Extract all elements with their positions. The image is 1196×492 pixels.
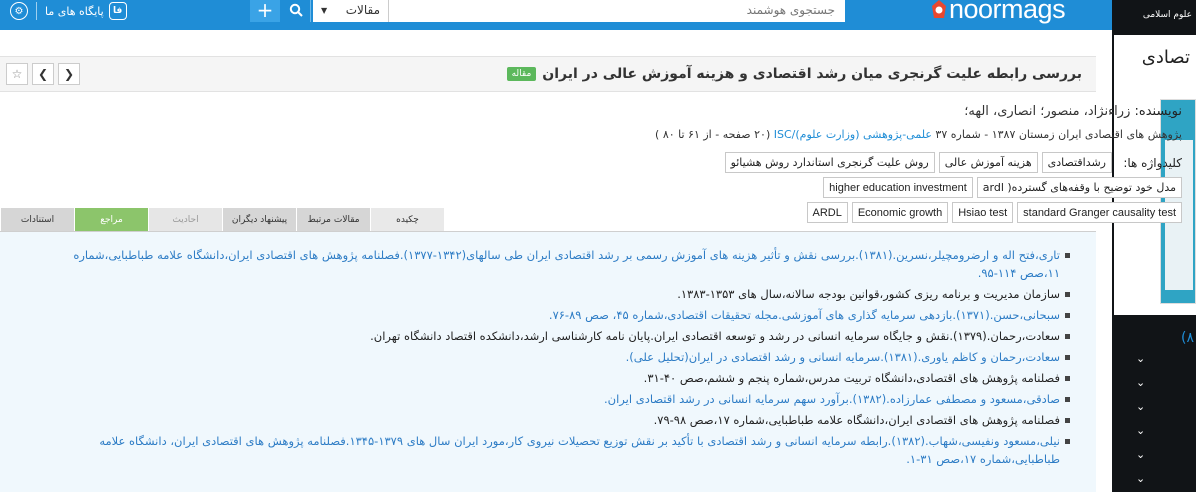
noormags-logo[interactable]: noormags — [925, 0, 1066, 25]
keyword-tag[interactable]: standard Granger causality test — [1017, 202, 1182, 223]
reference-item[interactable]: تاری،فتح اله و ارضرومچیلر،نسرین.(۱۳۸۱).ب… — [50, 246, 1070, 282]
add-button[interactable]: + — [250, 0, 280, 22]
keyword-tag[interactable]: رشداقتصادی — [1041, 152, 1112, 173]
reference-item[interactable]: سعادت،رحمان و کاظم یاوری.(۱۳۸۱).سرمایه ا… — [50, 348, 1070, 366]
side-panel-top-text: علوم اسلامی — [1142, 10, 1192, 20]
article-tabs: استنادات مراجع احادیث پیشنهاد دیگران مقا… — [0, 208, 448, 231]
search-type-value: مقالات — [345, 3, 380, 17]
article-title: بررسی رابطه علیت گرنجری میان رشد اقتصادی… — [542, 66, 1082, 82]
reference-item: فصلنامه پژوهش های اقتصادی،دانشگاه تربیت … — [50, 369, 1070, 387]
reference-item: فصلنامه پژوهش های اقتصادی ایران،دانشگاه … — [50, 411, 1070, 429]
article-nav: ☆ ❮ ❯ — [6, 63, 80, 85]
reference-item: سعادت،رحمان.(۱۳۷۹).نقش و جایگاه سرمایه ا… — [50, 327, 1070, 345]
caret-down-icon: ▼ — [321, 5, 328, 15]
chevron-right-icon[interactable]: ❯ — [58, 63, 80, 85]
keywords-row: مدل خود توضیح با وقفه‌های گسترده( ardl h… — [823, 177, 1182, 198]
keyword-tag[interactable]: Hsiao test — [952, 202, 1014, 223]
keyword-tag[interactable]: ARDL — [806, 202, 848, 223]
chevron-down-icon[interactable]: ⌄ — [1136, 352, 1145, 365]
authors-label: نویسنده: — [1134, 104, 1183, 119]
star-icon[interactable]: ☆ — [6, 63, 28, 85]
settings-icon[interactable]: ⚙ — [10, 2, 28, 20]
source-line: پژوهش های اقتصادی ایران زمستان ۱۳۸۷ - شم… — [655, 128, 1182, 141]
tab-abstract[interactable]: چکیده — [370, 208, 444, 231]
chevron-down-icon[interactable]: ⌄ — [1136, 424, 1145, 437]
journal-card[interactable]: تصادی — [1114, 35, 1196, 315]
authors-line: نویسنده: زراءنژاد، منصور؛ انصاری، الهه؛ — [964, 104, 1182, 119]
keyword-tag[interactable]: Economic growth — [851, 202, 949, 223]
journal-title: تصادی — [1141, 47, 1190, 68]
keyword-tag[interactable]: هزینه آموزش عالی — [938, 152, 1038, 173]
tab-references[interactable]: مراجع — [74, 208, 148, 231]
page-title: بررسی رابطه علیت گرنجری میان رشد اقتصادی… — [506, 66, 1082, 82]
issue-count: (۸ — [1181, 330, 1194, 346]
keyword-tag[interactable]: higher education investment — [823, 177, 973, 198]
references-list: تاری،فتح اله و ارضرومچیلر،نسرین.(۱۳۸۱).ب… — [0, 232, 1096, 468]
source-rank-link[interactable]: علمی-پژوهشی (وزارت علوم)/ISC — [774, 128, 932, 141]
my-bases-menu[interactable]: ⚙ پایگاه های ما فا — [10, 0, 127, 22]
tab-related-articles[interactable]: مقالات مرتبط — [296, 208, 370, 231]
logo-mark-icon — [932, 0, 946, 18]
keywords-row: standard Granger causality test Hsiao te… — [806, 202, 1182, 223]
reference-item[interactable]: نیلی،مسعود ونفیسی،شهاب.(۱۳۸۲).رابطه سرما… — [50, 432, 1070, 468]
keywords-row: رشداقتصادی هزینه آموزش عالی روش علیت گرن… — [724, 152, 1112, 173]
reference-item[interactable]: صادقی،مسعود و مصطفی عمارزاده.(۱۳۸۲).برآو… — [50, 390, 1070, 408]
keywords-label: کلیدواژه ها: — [1123, 156, 1182, 170]
search-type-select[interactable]: ▼ مقالات — [313, 0, 389, 22]
spacer — [0, 30, 1112, 56]
reference-item: سازمان مدیریت و برنامه ریزی کشور،قوانین … — [50, 285, 1070, 303]
reference-item[interactable]: سبحانی،حسن.(۱۳۷۱).بازدهی سرمایه گذاری ها… — [50, 306, 1070, 324]
references-panel: تاری،فتح اله و ارضرومچیلر،نسرین.(۱۳۸۱).ب… — [0, 232, 1096, 492]
chevron-left-icon[interactable]: ❮ — [32, 63, 54, 85]
article-header: ☆ ❮ ❯ بررسی رابطه علیت گرنجری میان رشد ا… — [0, 56, 1096, 92]
tab-citations[interactable]: استنادات — [0, 208, 74, 231]
chevron-down-icon[interactable]: ⌄ — [1136, 376, 1145, 389]
divider — [36, 2, 37, 20]
tab-suggestions[interactable]: پیشنهاد دیگران — [222, 208, 296, 231]
chevron-down-icon[interactable]: ⌄ — [1136, 400, 1145, 413]
type-badge: مقاله — [506, 67, 537, 81]
search-button[interactable] — [281, 0, 311, 22]
search-icon — [289, 3, 303, 17]
language-icon[interactable]: فا — [108, 2, 127, 20]
chevron-down-icon[interactable]: ⌄ — [1136, 472, 1145, 485]
tab-hadiths[interactable]: احادیث — [148, 208, 222, 231]
source-text[interactable]: پژوهش های اقتصادی ایران زمستان ۱۳۸۷ - شم… — [935, 128, 1182, 141]
search-input[interactable] — [389, 0, 845, 22]
top-bar: ⚙ پایگاه های ما فا + ▼ مقالات noormags — [0, 0, 1112, 30]
chevron-down-icon[interactable]: ⌄ — [1136, 448, 1145, 461]
my-bases-label[interactable]: پایگاه های ما — [45, 5, 104, 18]
source-pages: (۲۰ صفحه - از ۶۱ تا ۸۰ ) — [655, 128, 771, 141]
authors-value[interactable]: زراءنژاد، منصور؛ انصاری، الهه؛ — [964, 104, 1130, 119]
logo-text: noormags — [949, 0, 1066, 24]
side-panel: علوم اسلامی تصادی (۸ ⌄ ⌄ ⌄ ⌄ ⌄ ⌄ — [1112, 0, 1196, 492]
keyword-tag[interactable]: روش علیت گرنجری استاندارد روش هشیائو — [724, 152, 935, 173]
keyword-tag[interactable]: مدل خود توضیح با وقفه‌های گسترده( ardl — [976, 177, 1182, 198]
